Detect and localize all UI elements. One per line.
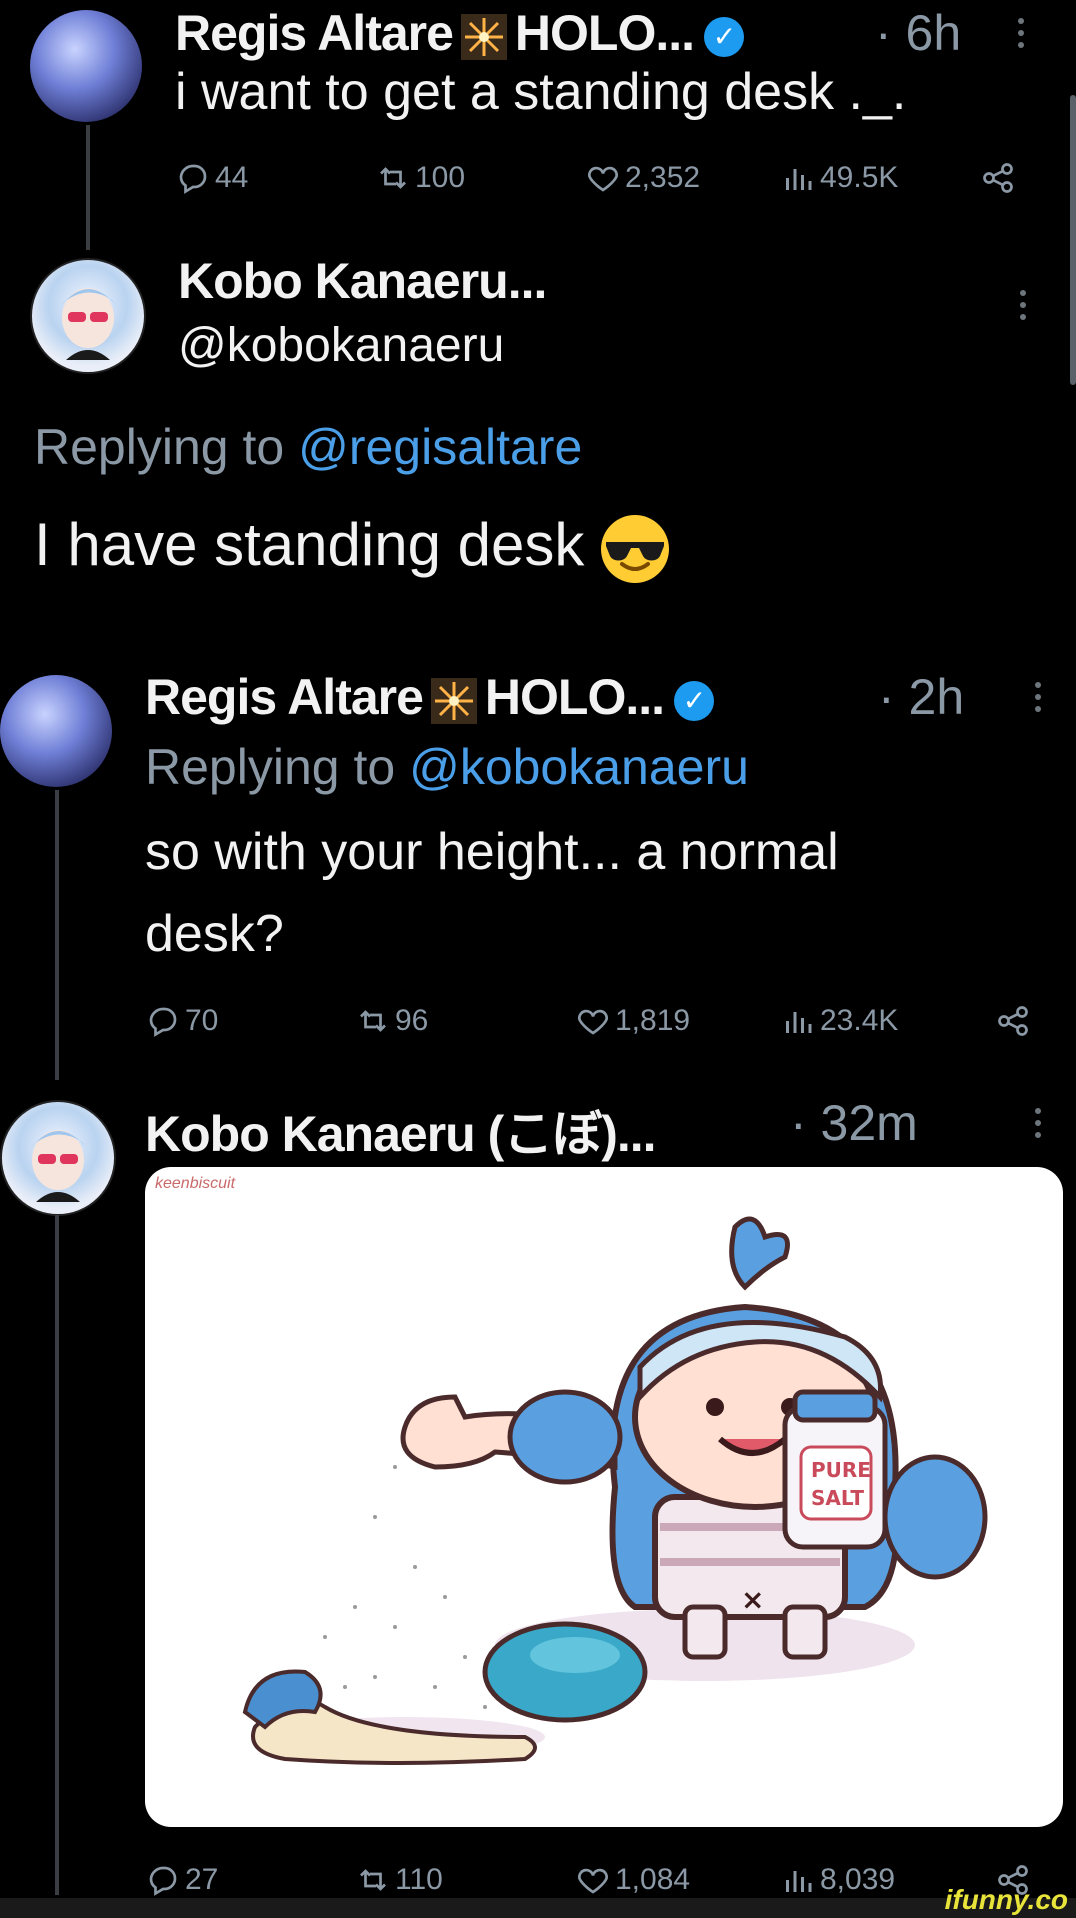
view-count: 23.4K bbox=[820, 1004, 899, 1037]
more-icon[interactable] bbox=[1020, 290, 1026, 326]
watermark: ifunny.co bbox=[944, 1884, 1068, 1915]
tweet-text: i want to get a standing desk ._. bbox=[175, 63, 907, 121]
jar-label-line-2: SALT bbox=[811, 1486, 864, 1510]
reply-icon bbox=[149, 1007, 177, 1037]
like-count: 2,352 bbox=[625, 161, 701, 194]
thread-line bbox=[55, 790, 59, 1080]
reply-button[interactable]: 44 bbox=[175, 160, 248, 196]
retweet-count: 110 bbox=[395, 1863, 443, 1896]
tweet-actions: 27 110 1,084 8,039 bbox=[145, 1862, 1035, 1902]
avatar-illustration bbox=[58, 288, 120, 360]
reply-button[interactable]: 27 bbox=[145, 1862, 218, 1898]
author-name[interactable]: Kobo Kanaeru (こぼ)... bbox=[145, 1094, 657, 1166]
share-button[interactable] bbox=[995, 1003, 1031, 1039]
replying-prefix: Replying to bbox=[34, 419, 285, 475]
reply-button[interactable]: 70 bbox=[145, 1003, 218, 1039]
like-button[interactable]: 1,819 bbox=[575, 1003, 690, 1039]
more-icon[interactable] bbox=[1035, 1108, 1041, 1144]
timestamp[interactable]: · 32m bbox=[790, 1094, 918, 1152]
timestamp[interactable]: · 2h bbox=[878, 668, 964, 726]
more-icon[interactable] bbox=[1035, 682, 1041, 718]
retweet-button[interactable]: 96 bbox=[355, 1003, 428, 1039]
tweet-text-line-2: desk? bbox=[145, 905, 284, 963]
jar-label-line-1: PURE bbox=[811, 1458, 871, 1482]
views-button[interactable]: 23.4K bbox=[780, 1003, 898, 1039]
tweet-actions: 70 96 1,819 23.4K bbox=[145, 1003, 1035, 1043]
sunglasses-emoji-icon bbox=[601, 515, 670, 584]
retweet-icon bbox=[380, 167, 406, 189]
avatar[interactable] bbox=[30, 258, 146, 374]
timestamp[interactable]: · 6h bbox=[875, 4, 961, 62]
retweet-button[interactable]: 100 bbox=[375, 160, 465, 196]
view-count: 49.5K bbox=[820, 161, 899, 194]
like-count: 1,819 bbox=[615, 1004, 691, 1037]
reply-count: 70 bbox=[185, 1004, 219, 1037]
reply-count: 27 bbox=[185, 1863, 219, 1896]
like-count: 1,084 bbox=[615, 1863, 691, 1896]
share-button[interactable] bbox=[980, 160, 1016, 196]
thread-line bbox=[86, 125, 90, 250]
views-button[interactable]: 49.5K bbox=[780, 160, 898, 196]
author-handle[interactable]: @kobokanaeru bbox=[178, 318, 504, 373]
sparkle-icon bbox=[460, 13, 507, 60]
like-button[interactable]: 2,352 bbox=[585, 160, 700, 196]
author-name[interactable]: Regis Altare HOLO... ✓ bbox=[175, 4, 745, 62]
like-icon bbox=[588, 166, 618, 192]
like-icon bbox=[578, 1868, 608, 1894]
tweet-text-line-1: so with your height... a normal bbox=[145, 823, 839, 881]
thread-line bbox=[55, 1215, 59, 1895]
views-icon bbox=[786, 1871, 812, 1892]
views-button[interactable]: 8,039 bbox=[780, 1862, 895, 1898]
scrollbar[interactable] bbox=[1070, 95, 1076, 385]
author-name[interactable]: Regis Altare HOLO... ✓ bbox=[145, 668, 715, 726]
replying-prefix: Replying to bbox=[145, 739, 396, 795]
avatar[interactable] bbox=[30, 10, 142, 122]
like-icon bbox=[578, 1009, 608, 1035]
like-button[interactable]: 1,084 bbox=[575, 1862, 690, 1898]
tweet-image[interactable]: keenbiscuit × PURE SALT bbox=[145, 1167, 1063, 1827]
replying-to: Replying to @kobokanaeru bbox=[145, 738, 749, 796]
retweet-count: 96 bbox=[395, 1004, 429, 1037]
sparkle-icon bbox=[430, 677, 477, 724]
tweet-text: I have standing desk bbox=[34, 510, 672, 586]
verified-badge-icon: ✓ bbox=[674, 680, 715, 721]
tweet-actions: 44 100 2,352 49.5K bbox=[175, 160, 1025, 200]
share-icon bbox=[983, 163, 1013, 193]
avatar-illustration bbox=[28, 1130, 90, 1202]
mention-link[interactable]: @kobokanaeru bbox=[409, 739, 749, 795]
replying-to: Replying to @regisaltare bbox=[34, 418, 582, 476]
views-icon bbox=[786, 169, 812, 190]
svg-text:×: × bbox=[741, 1583, 764, 1616]
retweet-count: 100 bbox=[415, 161, 466, 194]
author-name[interactable]: Kobo Kanaeru... bbox=[178, 252, 547, 310]
more-icon[interactable] bbox=[1018, 18, 1024, 54]
avatar[interactable] bbox=[0, 1100, 116, 1216]
avatar[interactable] bbox=[0, 675, 112, 787]
bottom-bar bbox=[0, 1898, 1076, 1918]
verified-badge-icon: ✓ bbox=[704, 16, 745, 57]
reply-icon bbox=[179, 164, 207, 194]
views-icon bbox=[786, 1012, 812, 1033]
retweet-icon bbox=[360, 1010, 386, 1032]
illustration: × PURE SALT bbox=[242, 1216, 988, 1765]
share-icon bbox=[998, 1006, 1028, 1036]
retweet-button[interactable]: 110 bbox=[355, 1862, 443, 1898]
view-count: 8,039 bbox=[820, 1863, 896, 1896]
reply-count: 44 bbox=[215, 161, 249, 194]
reply-icon bbox=[149, 1866, 177, 1896]
mention-link[interactable]: @regisaltare bbox=[298, 419, 582, 475]
retweet-icon bbox=[360, 1869, 386, 1891]
